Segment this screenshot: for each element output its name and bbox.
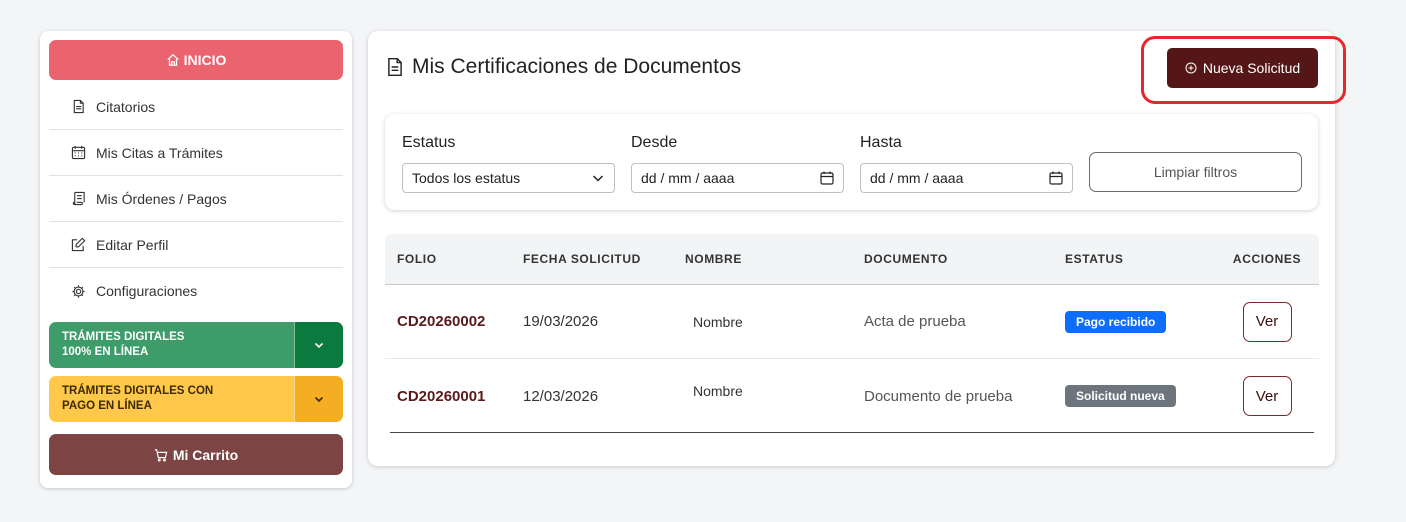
limpiar-filtros-button[interactable]: Limpiar filtros	[1089, 152, 1302, 192]
page-title: Mis Certificaciones de Documentos	[386, 55, 741, 79]
status-badge: Solicitud nueva	[1065, 385, 1176, 407]
table-row: CD20260001 12/03/2026 Nombre Documento d…	[385, 359, 1319, 433]
inicio-label: INICIO	[183, 52, 227, 68]
header-acciones: ACCIONES	[1232, 252, 1302, 266]
cart-icon	[154, 448, 168, 462]
sidebar-item-citatorios[interactable]: Citatorios	[49, 84, 343, 130]
folio-cell: CD20260002	[397, 313, 486, 330]
inicio-button[interactable]: INICIO	[49, 40, 343, 80]
sidebar-item-label: Mis Órdenes / Pagos	[96, 190, 227, 207]
header-folio[interactable]: FOLIO	[385, 252, 523, 266]
nombre-cell: Nombre	[693, 313, 743, 330]
home-icon	[166, 53, 179, 66]
sidebar-item-citas[interactable]: Mis Citas a Trámites	[49, 130, 343, 176]
estatus-cell: Pago recibido	[1065, 310, 1215, 333]
documento-cell: Documento de prueba	[864, 387, 1013, 405]
estatus-label: Estatus	[402, 134, 456, 151]
folio-cell: CD20260001	[397, 387, 486, 405]
page-title-text: Mis Certificaciones de Documentos	[412, 55, 742, 78]
chevron-down-icon	[314, 342, 324, 349]
sidebar-item-editar-perfil[interactable]: Editar Perfil	[49, 222, 343, 268]
calendar-icon[interactable]	[820, 171, 834, 185]
document-icon	[71, 99, 86, 114]
plus-circle-icon	[1185, 62, 1197, 74]
tramites-100-en-linea-accordion[interactable]: TRÁMITES DIGITALES 100% EN LÍNEA	[49, 322, 343, 368]
tramites-pago-line1: TRÁMITES DIGITALES CON	[62, 385, 214, 397]
mi-carrito-button[interactable]: Mi Carrito	[49, 434, 343, 475]
estatus-cell: Solicitud nueva	[1065, 385, 1215, 407]
edit-icon	[71, 237, 86, 252]
ver-button[interactable]: Ver	[1242, 376, 1292, 416]
header-documento[interactable]: DOCUMENTO	[864, 252, 1065, 266]
sidebar-item-ordenes[interactable]: Mis Órdenes / Pagos	[49, 176, 343, 222]
ver-button[interactable]: Ver	[1242, 301, 1292, 342]
nueva-solicitud-label: Nueva Solicitud	[1202, 60, 1301, 76]
estatus-select-value: Todos los estatus	[412, 170, 521, 186]
calendar-icon	[71, 145, 86, 160]
acciones-cell: Ver	[1215, 301, 1319, 342]
calendar-icon[interactable]	[1049, 171, 1063, 185]
table-row: CD20260002 19/03/2026 Nombre Acta de pru…	[385, 285, 1319, 359]
hasta-date-value: dd / mm / aaaa	[870, 170, 964, 186]
hasta-label: Hasta	[860, 134, 902, 151]
sidebar-item-label: Mis Citas a Trámites	[96, 144, 223, 161]
sidebar-menu: Citatorios Mis Citas a Trámites Mis Órde…	[49, 84, 343, 314]
desde-label: Desde	[631, 134, 678, 151]
receipt-icon	[71, 191, 86, 206]
estatus-select[interactable]: Todos los estatus	[402, 163, 615, 193]
sidebar-item-label: Configuraciones	[96, 283, 198, 299]
filter-estatus: Estatus Todos los estatus	[402, 134, 615, 193]
tramites-online-toggle[interactable]	[294, 322, 343, 368]
document-icon	[388, 57, 402, 77]
header-nombre[interactable]: NOMBRE	[685, 252, 864, 266]
header-fecha-solicitud[interactable]: FECHA SOLICITUD	[523, 252, 685, 266]
tramites-pago-en-linea-accordion[interactable]: TRÁMITES DIGITALES CON PAGO EN LÍNEA	[49, 376, 343, 422]
sidebar: INICIO Citatorios Mis Citas a Trámites M…	[40, 31, 352, 488]
gear-icon	[71, 284, 86, 299]
tramites-online-line1: TRÁMITES DIGITALES	[62, 331, 185, 343]
tramites-pago-toggle[interactable]	[294, 376, 343, 422]
header-estatus[interactable]: ESTATUS	[1065, 252, 1215, 266]
hasta-date-input[interactable]: dd / mm / aaaa	[860, 163, 1073, 193]
chevron-down-icon	[314, 396, 324, 403]
mi-carrito-label: Mi Carrito	[172, 446, 239, 463]
acciones-cell: Ver	[1215, 376, 1319, 416]
nombre-cell: Nombre	[693, 383, 743, 399]
chevron-down-icon	[592, 175, 604, 182]
fecha-cell: 12/03/2026	[523, 387, 599, 405]
nueva-solicitud-button[interactable]: Nueva Solicitud	[1167, 48, 1318, 88]
filters-panel: Estatus Todos los estatus Desde dd / mm …	[385, 114, 1318, 210]
status-badge: Pago recibido	[1065, 310, 1167, 333]
certificaciones-table: FOLIO FECHA SOLICITUD NOMBRE DOCUMENTO E…	[385, 234, 1319, 433]
sidebar-item-label: Citatorios	[96, 98, 156, 115]
tramites-pago-en-linea-label: TRÁMITES DIGITALES CON PAGO EN LÍNEA	[49, 376, 294, 422]
desde-date-value: dd / mm / aaaa	[641, 170, 735, 186]
main-panel: Mis Certificaciones de Documentos Nueva …	[368, 31, 1346, 466]
table-header: FOLIO FECHA SOLICITUD NOMBRE DOCUMENTO E…	[385, 234, 1319, 285]
sidebar-item-configuraciones[interactable]: Configuraciones	[49, 268, 343, 314]
tramites-100-en-linea-label: TRÁMITES DIGITALES 100% EN LÍNEA	[49, 322, 294, 368]
documento-cell: Acta de prueba	[864, 313, 966, 330]
fecha-cell: 19/03/2026	[523, 313, 599, 330]
desde-date-input[interactable]: dd / mm / aaaa	[631, 163, 844, 193]
sidebar-item-label: Editar Perfil	[96, 236, 169, 253]
filter-desde: Desde dd / mm / aaaa	[631, 134, 844, 193]
tramites-pago-line2: PAGO EN LÍNEA	[62, 400, 152, 412]
table-bottom-divider	[390, 432, 1314, 433]
filter-hasta: Hasta dd / mm / aaaa	[860, 134, 1073, 193]
tramites-online-line2: 100% EN LÍNEA	[62, 346, 149, 358]
